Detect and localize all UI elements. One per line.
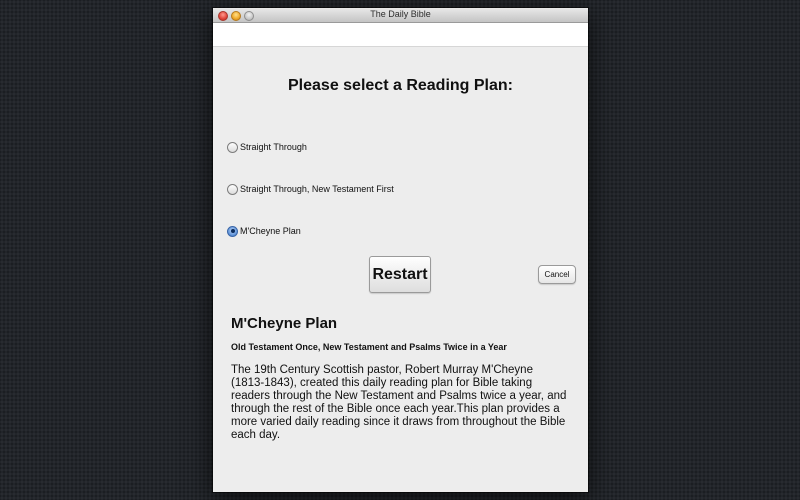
plan-description-body: The 19th Century Scottish pastor, Robert… bbox=[231, 364, 567, 441]
title-bar[interactable]: The Daily Bible bbox=[213, 8, 588, 23]
plan-description-title: M'Cheyne Plan bbox=[231, 315, 338, 332]
radio-straight-through-nt-first[interactable]: Straight Through, New Testament First bbox=[227, 182, 394, 196]
radio-label: Straight Through, New Testament First bbox=[240, 184, 394, 194]
cancel-button[interactable]: Cancel bbox=[538, 265, 576, 284]
window-title: The Daily Bible bbox=[370, 9, 431, 19]
radio-mcheyne-plan[interactable]: M'Cheyne Plan bbox=[227, 224, 301, 238]
radio-label: Straight Through bbox=[240, 142, 307, 152]
radio-straight-through[interactable]: Straight Through bbox=[227, 140, 307, 154]
radio-button[interactable] bbox=[227, 225, 238, 237]
plan-description-subtitle: Old Testament Once, New Testament and Ps… bbox=[231, 342, 507, 352]
app-window: The Daily Bible Please select a Reading … bbox=[213, 8, 588, 492]
radio-button[interactable] bbox=[227, 141, 238, 153]
radio-label: M'Cheyne Plan bbox=[240, 226, 301, 236]
page-title: Please select a Reading Plan: bbox=[288, 77, 513, 94]
restart-button[interactable]: Restart bbox=[369, 256, 431, 293]
radio-button[interactable] bbox=[227, 183, 238, 195]
toolbar bbox=[213, 23, 588, 47]
